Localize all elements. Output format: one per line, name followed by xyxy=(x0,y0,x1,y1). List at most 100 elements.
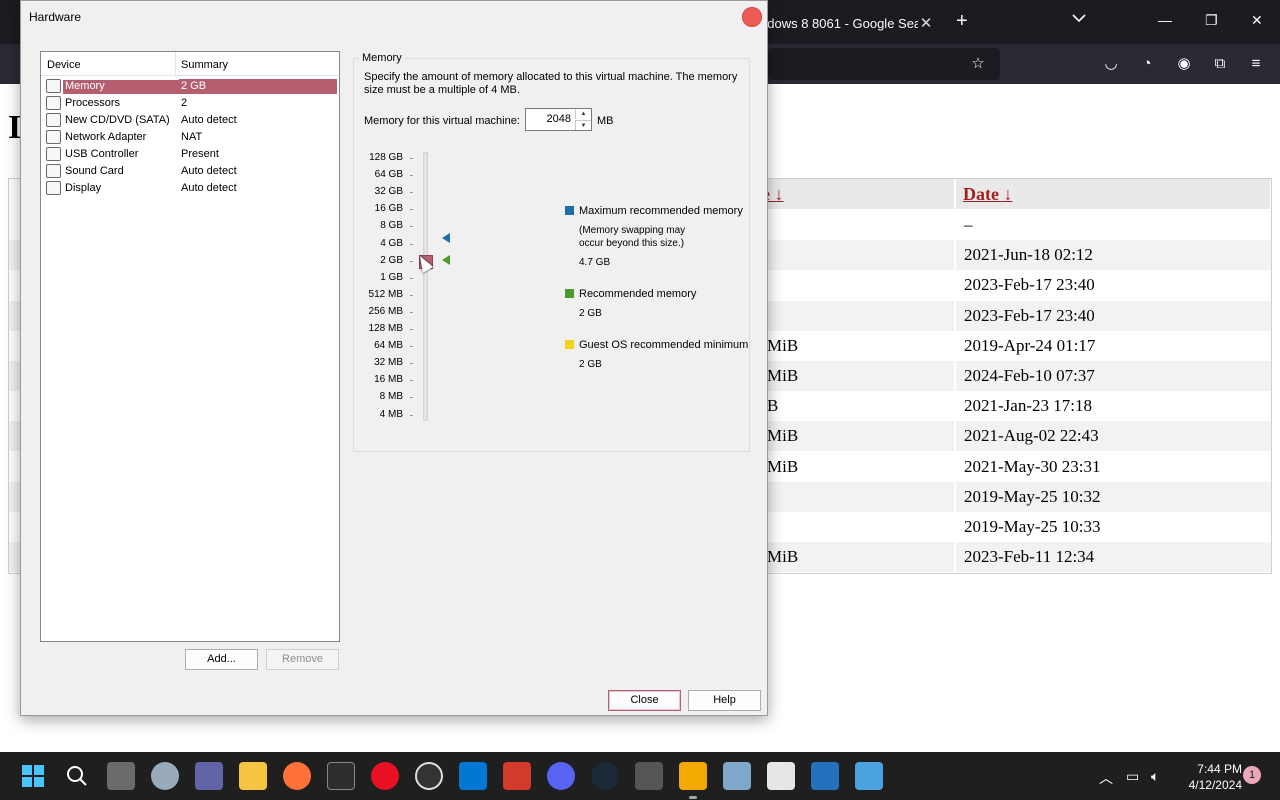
restore-icon[interactable]: ❐ xyxy=(1205,12,1218,29)
device-summary: 2 GB xyxy=(181,80,207,92)
obs-icon[interactable] xyxy=(415,762,443,790)
dialog-title: Hardware xyxy=(29,10,82,24)
steam-icon[interactable] xyxy=(591,762,619,790)
size-cell: MiB xyxy=(767,366,799,385)
size-cell: B xyxy=(767,396,779,416)
store-icon[interactable] xyxy=(767,762,795,790)
ccleaner-icon[interactable] xyxy=(503,762,531,790)
add-button[interactable]: Add... xyxy=(185,649,258,670)
device-row[interactable]: Processors 2 xyxy=(45,95,339,112)
device-name: Display xyxy=(65,182,102,194)
size-cell: MiB xyxy=(767,335,799,355)
column-divider[interactable] xyxy=(175,52,176,76)
opera-icon[interactable] xyxy=(371,762,399,790)
decrement-arrow-icon[interactable]: ▼ xyxy=(575,120,591,130)
help-button[interactable]: Help xyxy=(688,690,761,711)
firefox-icon[interactable] xyxy=(283,762,311,790)
max-legend-swatch xyxy=(565,206,574,215)
recommended-marker xyxy=(442,255,450,265)
scale-tick-mark xyxy=(410,397,413,399)
scale-tick-mark xyxy=(410,346,413,348)
virtualbox-icon[interactable] xyxy=(635,762,663,790)
browser-tab[interactable]: ndows 8 8061 - Google Search ✕ xyxy=(760,8,940,38)
scale-tick-mark xyxy=(410,414,413,416)
taskbar: ︿ ▭ 🔈︎ 7:44 PM 4/12/2024 1 xyxy=(0,752,1280,800)
extension-icon[interactable]: ◔ xyxy=(1137,54,1157,74)
account-icon[interactable]: ◉ xyxy=(1174,54,1194,74)
date-cell: 2019-May-25 10:33 xyxy=(964,517,1101,536)
scale-tick-mark xyxy=(410,226,413,228)
device-row[interactable]: USB Controller Present xyxy=(45,146,339,163)
date-cell: – xyxy=(964,215,973,234)
file-explorer-icon[interactable] xyxy=(239,762,267,790)
date-cell: 2019-May-25 10:32 xyxy=(964,486,1101,506)
device-row[interactable]: Network Adapter NAT xyxy=(45,129,339,146)
memory-slider-track[interactable] xyxy=(423,152,428,421)
search-icon[interactable] xyxy=(63,762,91,790)
max-legend-value: 4.7 GB xyxy=(579,257,611,268)
size-cell: MiB xyxy=(767,456,799,476)
clock[interactable]: 7:44 PM 4/12/2024 xyxy=(1178,761,1242,793)
task-view-icon[interactable] xyxy=(107,762,135,790)
network-adapter-icon xyxy=(46,130,61,144)
device-row[interactable]: Display Auto detect xyxy=(45,180,339,197)
extensions-puzzle-icon[interactable]: ⧉ xyxy=(1210,54,1230,74)
minimize-icon[interactable]: — xyxy=(1158,12,1172,28)
scale-tick-label: 64 GB xyxy=(374,169,403,181)
summary-column-header[interactable]: Summary xyxy=(181,59,228,71)
cell-divider xyxy=(954,270,956,301)
device-row[interactable]: Memory 2 GB xyxy=(45,78,339,95)
tab-close-icon[interactable]: ✕ xyxy=(918,14,934,32)
date-column-header[interactable]: Date ↓ xyxy=(956,179,1270,209)
menu-icon[interactable]: ≡ xyxy=(1246,54,1266,74)
task-manager-icon[interactable] xyxy=(723,762,751,790)
device-name: Sound Card xyxy=(65,165,124,177)
device-row[interactable]: New CD/DVD (SATA) Auto detect xyxy=(45,112,339,129)
cell-divider xyxy=(954,481,956,512)
list-all-tabs-icon[interactable] xyxy=(1072,13,1086,26)
device-summary: Present xyxy=(181,148,219,160)
minimum-legend-label: Guest OS recommended minimum xyxy=(579,339,749,351)
close-button[interactable]: Close xyxy=(608,690,681,711)
terminal-icon[interactable] xyxy=(327,762,355,790)
dialog-close-icon[interactable] xyxy=(742,7,762,27)
vmware-icon[interactable] xyxy=(679,762,707,790)
device-list-header: Device Summary xyxy=(41,52,339,76)
volume-icon[interactable]: 🔈︎ xyxy=(1151,768,1159,785)
increment-arrow-icon[interactable]: ▲ xyxy=(575,109,591,119)
network-icon[interactable]: ▭ xyxy=(1126,768,1139,785)
date-cell: 2019-Apr-24 01:17 xyxy=(964,335,1096,355)
pocket-icon[interactable]: ◡ xyxy=(1101,54,1121,74)
memory-value[interactable]: 2048 xyxy=(526,113,571,125)
cell-divider xyxy=(954,240,956,271)
scale-tick-label: 1 GB xyxy=(380,271,403,283)
window-close-icon[interactable]: ✕ xyxy=(1251,12,1263,29)
scale-tick-mark xyxy=(410,243,413,245)
remove-button[interactable]: Remove xyxy=(266,649,339,670)
widgets-icon[interactable] xyxy=(151,762,179,790)
scale-tick-label: 128 MB xyxy=(368,323,403,334)
scale-tick-label: 32 GB xyxy=(374,186,403,198)
discord-icon[interactable] xyxy=(547,762,575,790)
memory-stepper[interactable]: 2048 ▲ ▼ xyxy=(525,108,592,131)
monitor-icon xyxy=(46,181,61,195)
size-column-header[interactable]: e ↓ xyxy=(758,179,954,209)
date-cell: 2023-Feb-17 23:40 xyxy=(964,275,1095,295)
start-icon[interactable] xyxy=(19,762,47,790)
memory-field-label: Memory for this virtual machine: xyxy=(364,115,520,127)
bookmark-star-icon[interactable]: ☆ xyxy=(968,54,988,74)
notification-badge[interactable]: 1 xyxy=(1243,766,1261,784)
device-row[interactable]: Sound Card Auto detect xyxy=(45,163,339,180)
url-bar[interactable] xyxy=(768,48,1000,80)
show-hidden-icons-icon[interactable]: ︿ xyxy=(1099,768,1113,788)
powershell-icon[interactable] xyxy=(811,762,839,790)
device-column-header[interactable]: Device xyxy=(47,59,81,71)
date-cell: 2021-May-30 23:31 xyxy=(964,456,1101,476)
cd-dvd-icon xyxy=(46,113,61,127)
processor-icon xyxy=(46,96,61,110)
notepad-icon[interactable] xyxy=(855,762,883,790)
vscode-icon[interactable] xyxy=(459,762,487,790)
scale-tick-mark xyxy=(410,380,413,382)
new-tab-button[interactable]: + xyxy=(956,11,968,31)
teams-icon[interactable] xyxy=(195,762,223,790)
